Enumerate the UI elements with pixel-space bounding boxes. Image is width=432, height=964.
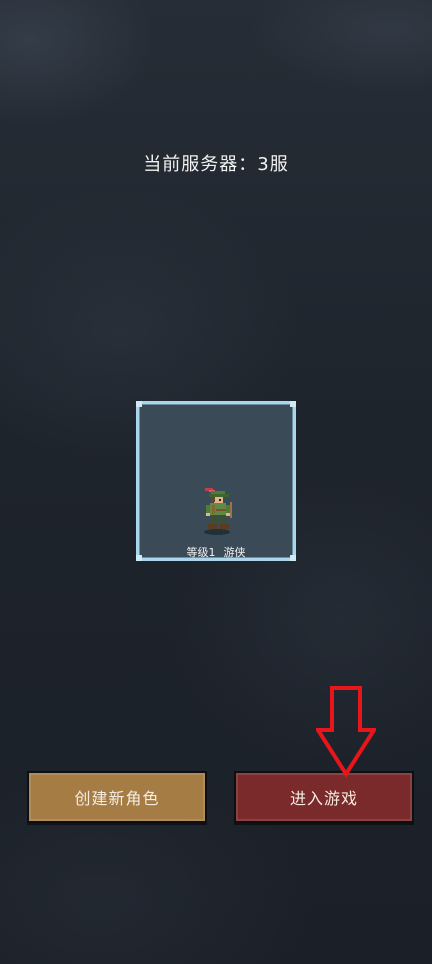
enter-game-button[interactable]: 进入游戏 (234, 771, 414, 823)
create-character-button[interactable]: 创建新角色 (27, 771, 207, 823)
ranger-sprite-icon (204, 488, 232, 535)
character-class: 游侠 (223, 546, 246, 559)
character-slot-card[interactable]: 等级1 游侠 (136, 401, 296, 561)
character-level: 等级1 (186, 546, 216, 559)
current-server-label: 当前服务器：3服 (143, 154, 289, 175)
character-info: 等级1 游侠 (139, 544, 293, 560)
card-corner-decoration (290, 401, 296, 407)
down-arrow-icon (316, 686, 376, 778)
